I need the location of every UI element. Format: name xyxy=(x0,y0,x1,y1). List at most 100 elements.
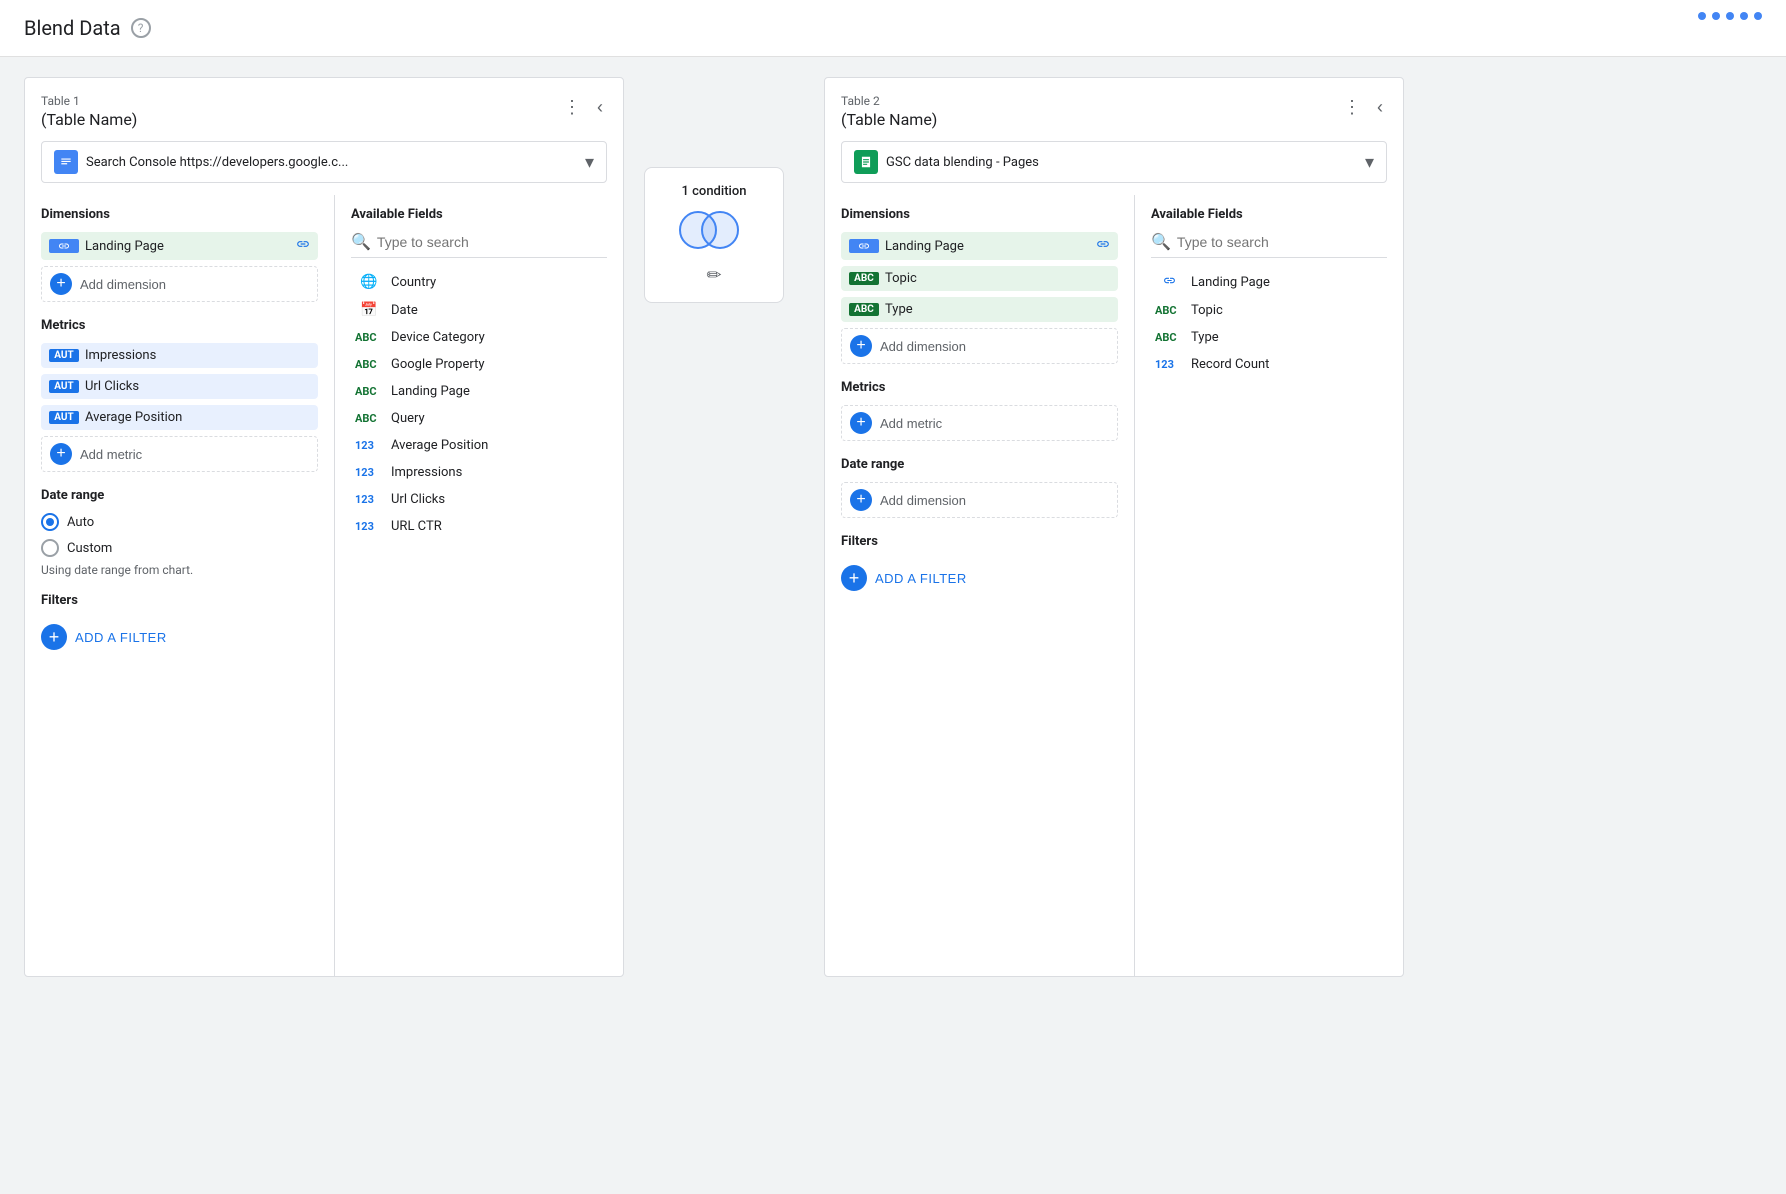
table1-add-filter-btn[interactable]: + ADD A FILTER xyxy=(41,618,167,656)
table2-collapse-button[interactable]: ‹ xyxy=(1373,94,1387,120)
table1-search-icon: 🔍 xyxy=(351,232,371,251)
table1-add-metric-btn[interactable]: + Add metric xyxy=(41,436,318,472)
table2-dimensions-title: Dimensions xyxy=(841,207,1118,222)
table1-add-dim-label: Add dimension xyxy=(80,277,166,292)
table2-dim-type-text: Type xyxy=(885,302,1110,317)
table1-field-landing[interactable]: ABC Landing Page xyxy=(351,378,607,405)
table1-field-query[interactable]: ABC Query xyxy=(351,405,607,432)
table1-radio-custom[interactable]: Custom xyxy=(41,539,318,557)
table1-date-range-hint: Using date range from chart. xyxy=(41,563,318,577)
dot-4 xyxy=(1740,12,1748,20)
venn-diagram xyxy=(679,211,749,255)
join-condition-text: 1 condition xyxy=(682,184,747,199)
table1-metric-aut-3: AUT xyxy=(49,411,79,424)
table2-field-topic[interactable]: ABC Topic xyxy=(1151,297,1387,324)
table1-field-country[interactable]: 🌐 Country xyxy=(351,268,607,296)
table1-field-property-text: Google Property xyxy=(391,357,484,372)
table1-panel: Table 1 (Table Name) ⋮ ‹ Search Console … xyxy=(24,77,624,977)
page-title: Blend Data xyxy=(24,16,121,40)
table1-search-input[interactable] xyxy=(377,234,607,250)
table2-dim-chain-icon xyxy=(1096,237,1110,255)
table2-add-date-plus: + xyxy=(850,489,872,511)
table1-field-abc-4: ABC xyxy=(355,412,383,425)
table1-radio-custom-outer xyxy=(41,539,59,557)
table2-field-abc-type: ABC xyxy=(1155,331,1183,344)
table1-metric-urlclicks[interactable]: AUT Url Clicks xyxy=(41,374,318,399)
table1-metrics-title: Metrics xyxy=(41,318,318,333)
table1-field-cal-icon: 📅 xyxy=(355,302,383,318)
help-icon[interactable]: ? xyxy=(131,18,151,38)
table2-dimension-type[interactable]: ABC Type xyxy=(841,297,1118,322)
table1-dimension-landing-page[interactable]: Landing Page xyxy=(41,232,318,260)
table2-name: (Table Name) xyxy=(841,110,937,129)
table1-field-globe-icon: 🌐 xyxy=(355,274,383,290)
table1-collapse-button[interactable]: ‹ xyxy=(593,94,607,120)
table1-title-group: Table 1 (Table Name) xyxy=(41,94,137,129)
table2-add-metric-btn[interactable]: + Add metric xyxy=(841,405,1118,441)
table1-datasource-arrow: ▾ xyxy=(585,152,594,173)
table2-date-range: Date range + Add dimension xyxy=(841,457,1118,518)
table1-metrics-section: Metrics AUT Impressions AUT Url Clicks A… xyxy=(41,318,318,472)
table2-field-type-text: Type xyxy=(1191,330,1219,345)
table1-name: (Table Name) xyxy=(41,110,137,129)
table1-dim-landing-page-text: Landing Page xyxy=(85,239,290,254)
table2-actions: ⋮ ‹ xyxy=(1339,94,1387,120)
table1-field-123-3: 123 xyxy=(355,493,383,506)
table2-filters-title: Filters xyxy=(841,534,1118,549)
table2-add-filter-btn[interactable]: + ADD A FILTER xyxy=(841,559,967,597)
table2-fields-title: Available Fields xyxy=(1151,207,1387,222)
table1-field-123-1: 123 xyxy=(355,439,383,452)
table1-data-source[interactable]: Search Console https://developers.google… xyxy=(41,141,607,183)
table1-field-avgpos-text: Average Position xyxy=(391,438,488,453)
table2-add-date-label: Add dimension xyxy=(880,493,966,508)
table2-add-metric-label: Add metric xyxy=(880,416,942,431)
table1-field-abc-2: ABC xyxy=(355,358,383,371)
table1-left-col: Dimensions Landing Page + Add dimension xyxy=(25,195,335,976)
table1-metric-impressions[interactable]: AUT Impressions xyxy=(41,343,318,368)
table1-more-button[interactable]: ⋮ xyxy=(559,94,585,120)
main-content: Table 1 (Table Name) ⋮ ‹ Search Console … xyxy=(0,57,1786,997)
table2-field-recordcount[interactable]: 123 Record Count xyxy=(1151,351,1387,378)
table1-search-box: 🔍 xyxy=(351,232,607,258)
join-edit-icon[interactable]: ✏ xyxy=(706,265,721,286)
table2-label: Table 2 xyxy=(841,94,937,108)
table1-field-impressions[interactable]: 123 Impressions xyxy=(351,459,607,486)
table1-field-urlctr-text: URL CTR xyxy=(391,519,442,534)
table1-radio-auto[interactable]: Auto xyxy=(41,513,318,531)
table2-field-type[interactable]: ABC Type xyxy=(1151,324,1387,351)
table1-metric-avgposition[interactable]: AUT Average Position xyxy=(41,405,318,430)
table1-add-dimension-btn[interactable]: + Add dimension xyxy=(41,266,318,302)
table2-dimension-landing-page[interactable]: Landing Page xyxy=(841,232,1118,260)
table1-fields-title: Available Fields xyxy=(351,207,607,222)
table1-label: Table 1 xyxy=(41,94,137,108)
table1-field-impressions-text: Impressions xyxy=(391,465,462,480)
table2-more-button[interactable]: ⋮ xyxy=(1339,94,1365,120)
table2-field-123-count: 123 xyxy=(1155,358,1183,371)
table2-search-input[interactable] xyxy=(1177,234,1387,250)
table2-datasource-arrow: ▾ xyxy=(1365,152,1374,173)
table2-field-topic-text: Topic xyxy=(1191,303,1223,318)
table1-field-property[interactable]: ABC Google Property xyxy=(351,351,607,378)
table1-field-date[interactable]: 📅 Date xyxy=(351,296,607,324)
table2-add-filter-plus: + xyxy=(841,565,867,591)
table1-field-country-text: Country xyxy=(391,275,436,290)
table1-field-device-text: Device Category xyxy=(391,330,485,345)
table1-field-avgpos[interactable]: 123 Average Position xyxy=(351,432,607,459)
table2-datasource-text: GSC data blending - Pages xyxy=(886,155,1357,170)
table1-add-filter-label: ADD A FILTER xyxy=(75,630,167,645)
table2-add-dimension-btn[interactable]: + Add dimension xyxy=(841,328,1118,364)
table1-fields-col: Available Fields 🔍 🌐 Country 📅 Date ABC … xyxy=(335,195,623,976)
table2-data-source[interactable]: GSC data blending - Pages ▾ xyxy=(841,141,1387,183)
table1-datasource-text: Search Console https://developers.google… xyxy=(86,155,577,170)
table1-field-device[interactable]: ABC Device Category xyxy=(351,324,607,351)
table1-field-landing-text: Landing Page xyxy=(391,384,470,399)
table2-dim-topic-text: Topic xyxy=(885,271,1110,286)
table1-field-urlctr[interactable]: 123 URL CTR xyxy=(351,513,607,540)
table1-date-range-title: Date range xyxy=(41,488,318,503)
table1-field-urlclicks[interactable]: 123 Url Clicks xyxy=(351,486,607,513)
table2-search-icon: 🔍 xyxy=(1151,232,1171,251)
table2-add-dim-label: Add dimension xyxy=(880,339,966,354)
table2-add-date-btn[interactable]: + Add dimension xyxy=(841,482,1118,518)
table2-dimension-topic[interactable]: ABC Topic xyxy=(841,266,1118,291)
table2-field-landing[interactable]: Landing Page xyxy=(1151,268,1387,297)
